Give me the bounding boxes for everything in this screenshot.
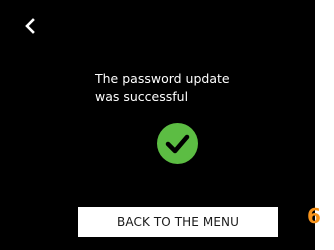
check-circle-icon: [157, 123, 198, 164]
message-line-2: was successful: [95, 89, 189, 104]
message-line-1: The password update: [95, 71, 230, 86]
step-number-callout: 6: [307, 204, 321, 228]
success-message: The password update was successful: [95, 70, 295, 106]
back-to-menu-button[interactable]: BACK TO THE MENU: [78, 207, 278, 237]
page-title: PASSWORD: [124, 15, 210, 30]
device-screen: The password update was successful BACK …: [0, 0, 315, 250]
